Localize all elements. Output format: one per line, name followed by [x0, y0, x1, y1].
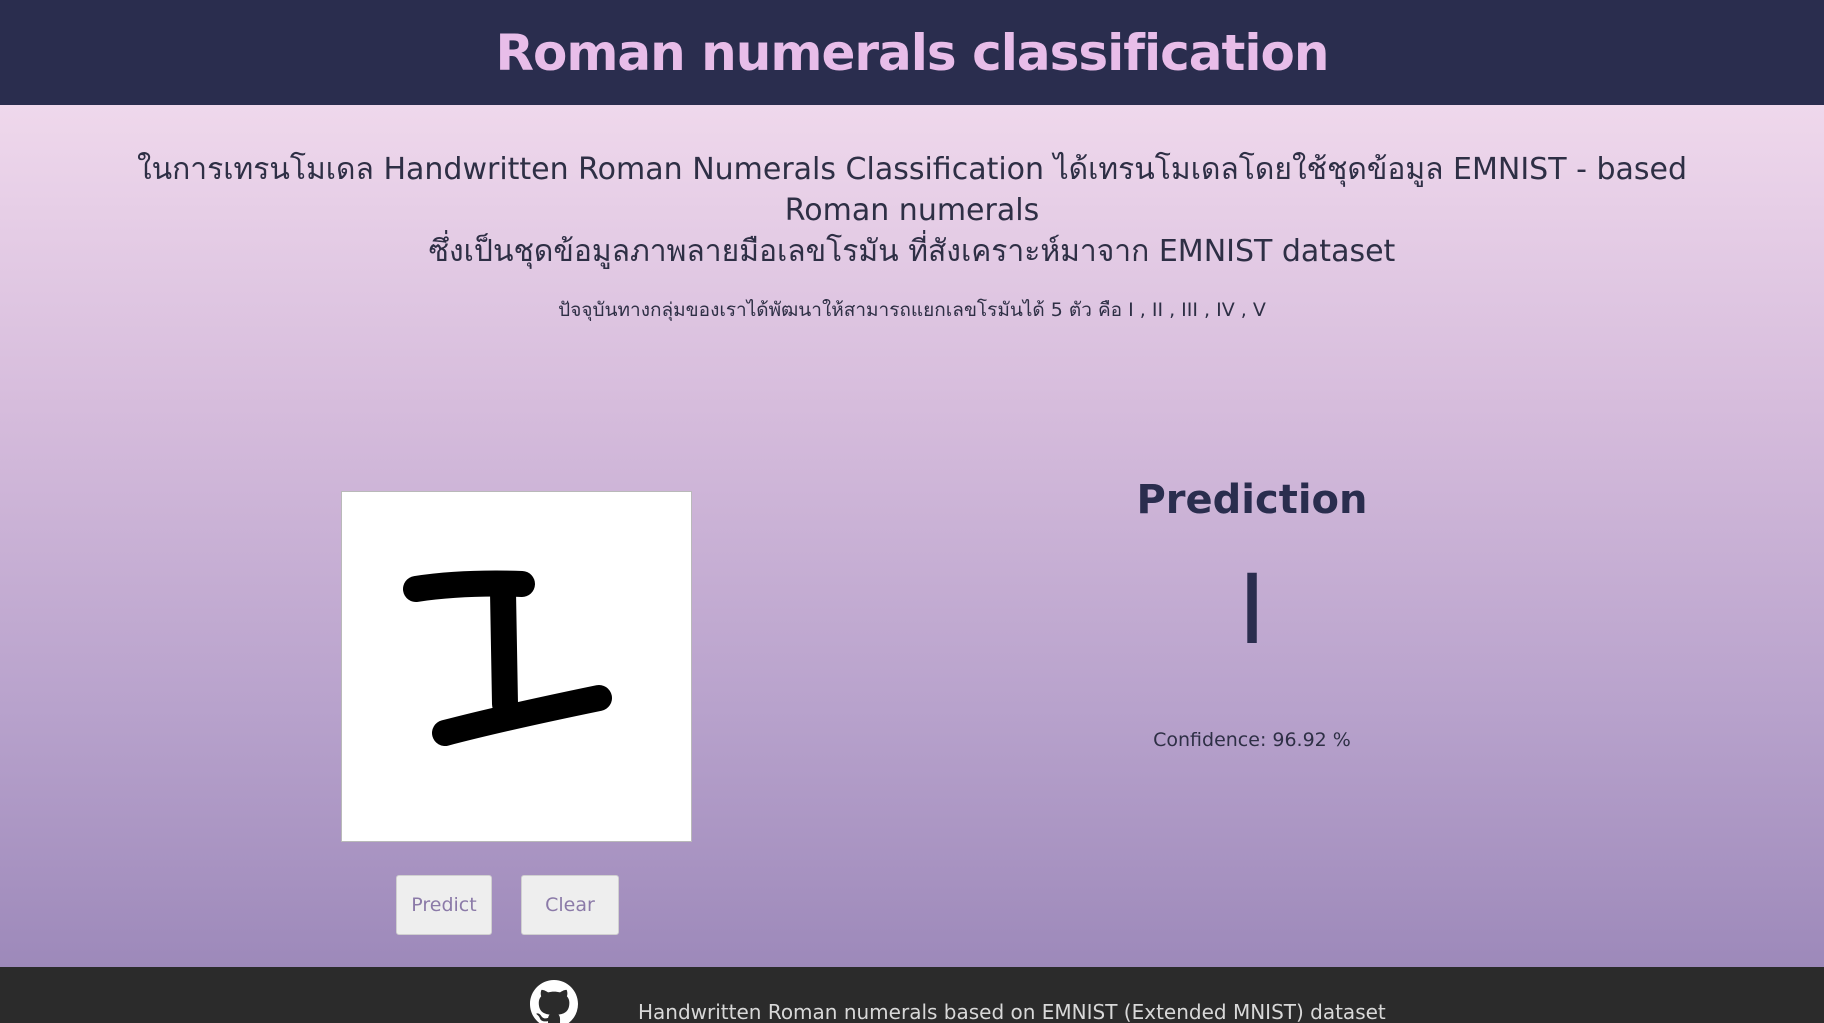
confidence-text: Confidence: 96.92 % — [1153, 729, 1351, 751]
drawing-canvas[interactable] — [341, 491, 692, 842]
main-content: ในการเทรนโมเดล Handwritten Roman Numeral… — [0, 105, 1824, 967]
header-bar: Roman numerals classification — [0, 0, 1824, 105]
page: Roman numerals classification ในการเทรนโ… — [0, 0, 1824, 1023]
prediction-title: Prediction — [1136, 477, 1368, 523]
footer-text: Handwritten Roman numerals based on EMNI… — [638, 1000, 1386, 1023]
intro-line-1: ในการเทรนโมเดล Handwritten Roman Numeral… — [136, 152, 1688, 228]
clear-button[interactable]: Clear — [521, 875, 619, 935]
page-title: Roman numerals classification — [495, 23, 1329, 82]
prediction-value: I — [1237, 554, 1267, 666]
handwritten-stroke — [403, 570, 612, 746]
intro-text: ในการเทรนโมเดล Handwritten Roman Numeral… — [120, 149, 1704, 272]
github-icon[interactable] — [530, 980, 578, 1023]
predict-button[interactable]: Predict — [396, 875, 492, 935]
classes-subtitle: ปัจจุบันทางกลุ่มของเราได้พัฒนาให้สามารถแ… — [558, 299, 1266, 321]
intro-line-2: ซึ่งเป็นชุดข้อมูลภาพลายมือเลขโรมัน ที่สั… — [428, 234, 1396, 269]
footer: Handwritten Roman numerals based on EMNI… — [0, 967, 1824, 1023]
